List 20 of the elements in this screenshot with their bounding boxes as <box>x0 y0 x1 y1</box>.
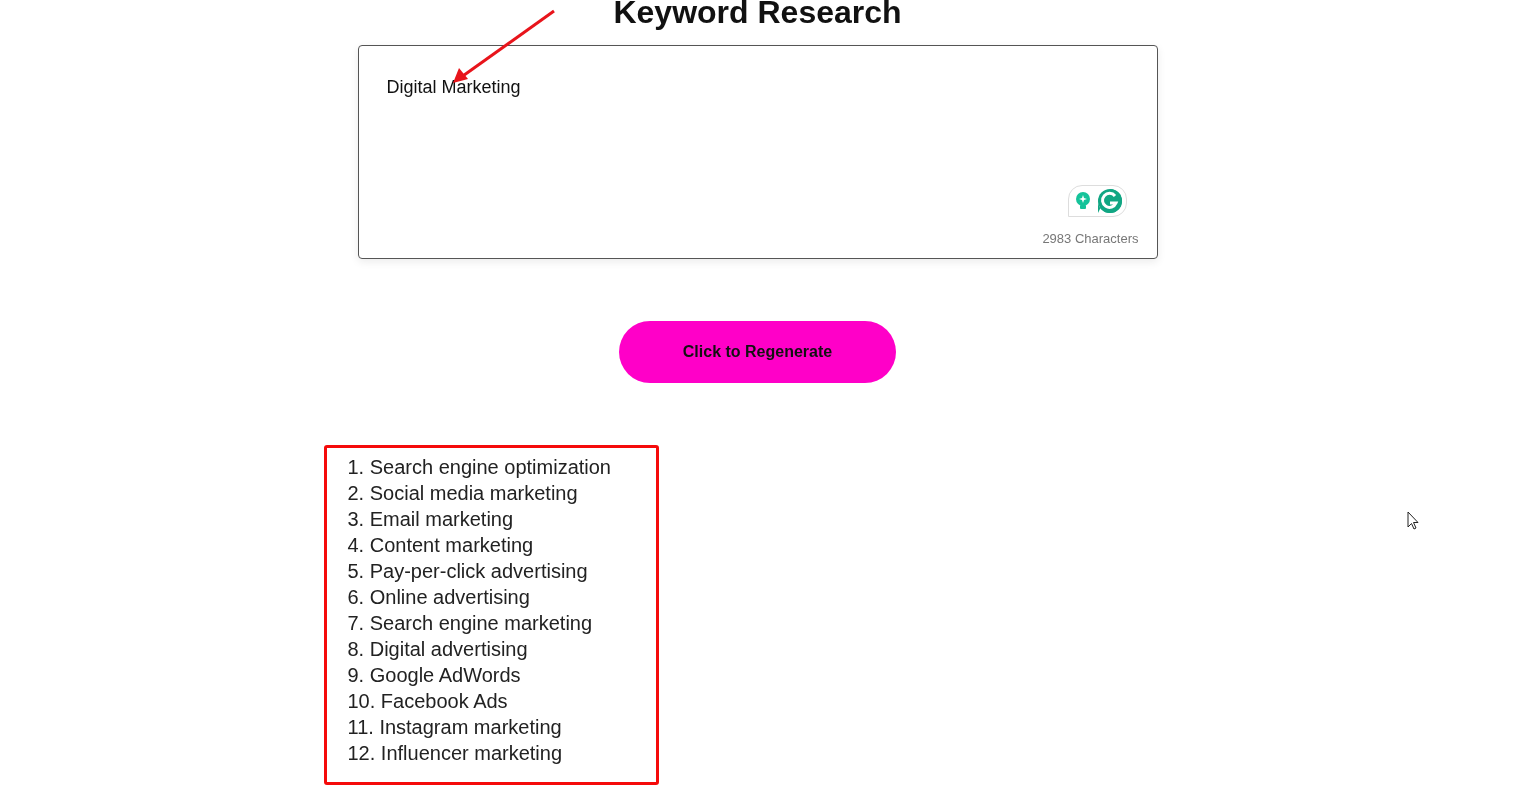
keyword-result: 11. Instagram marketing <box>347 715 563 740</box>
keyword-result: 4. Content marketing <box>347 533 535 558</box>
keyword-text: Digital Marketing <box>386 77 522 98</box>
grammar-assistant-badge[interactable] <box>1067 184 1127 217</box>
keyword-result: 12. Influencer marketing <box>347 741 564 766</box>
mouse-pointer-icon <box>1407 511 1421 531</box>
keyword-result: 9. Google AdWords <box>347 663 522 688</box>
keyword-result: 7. Search engine marketing <box>347 611 594 636</box>
keyword-result: 3. Email marketing <box>347 507 515 532</box>
keyword-result: 6. Online advertising <box>347 585 531 610</box>
keyword-result: 2. Social media marketing <box>347 481 579 506</box>
character-count: 2983 Characters <box>1042 230 1139 246</box>
keyword-result: 1. Search engine optimization <box>347 455 612 480</box>
page-title: Keyword Research <box>613 0 902 32</box>
grammar-logo-icon <box>1096 187 1123 214</box>
regenerate-button[interactable]: Click to Regenerate <box>619 320 896 383</box>
keyword-result: 10. Facebook Ads <box>347 689 509 714</box>
keyword-result: 8. Digital advertising <box>347 637 529 662</box>
keyword-result: 5. Pay-per-click advertising <box>347 559 589 584</box>
keyword-text-area[interactable]: Digital Marketing 2983 Characters <box>357 45 1158 259</box>
